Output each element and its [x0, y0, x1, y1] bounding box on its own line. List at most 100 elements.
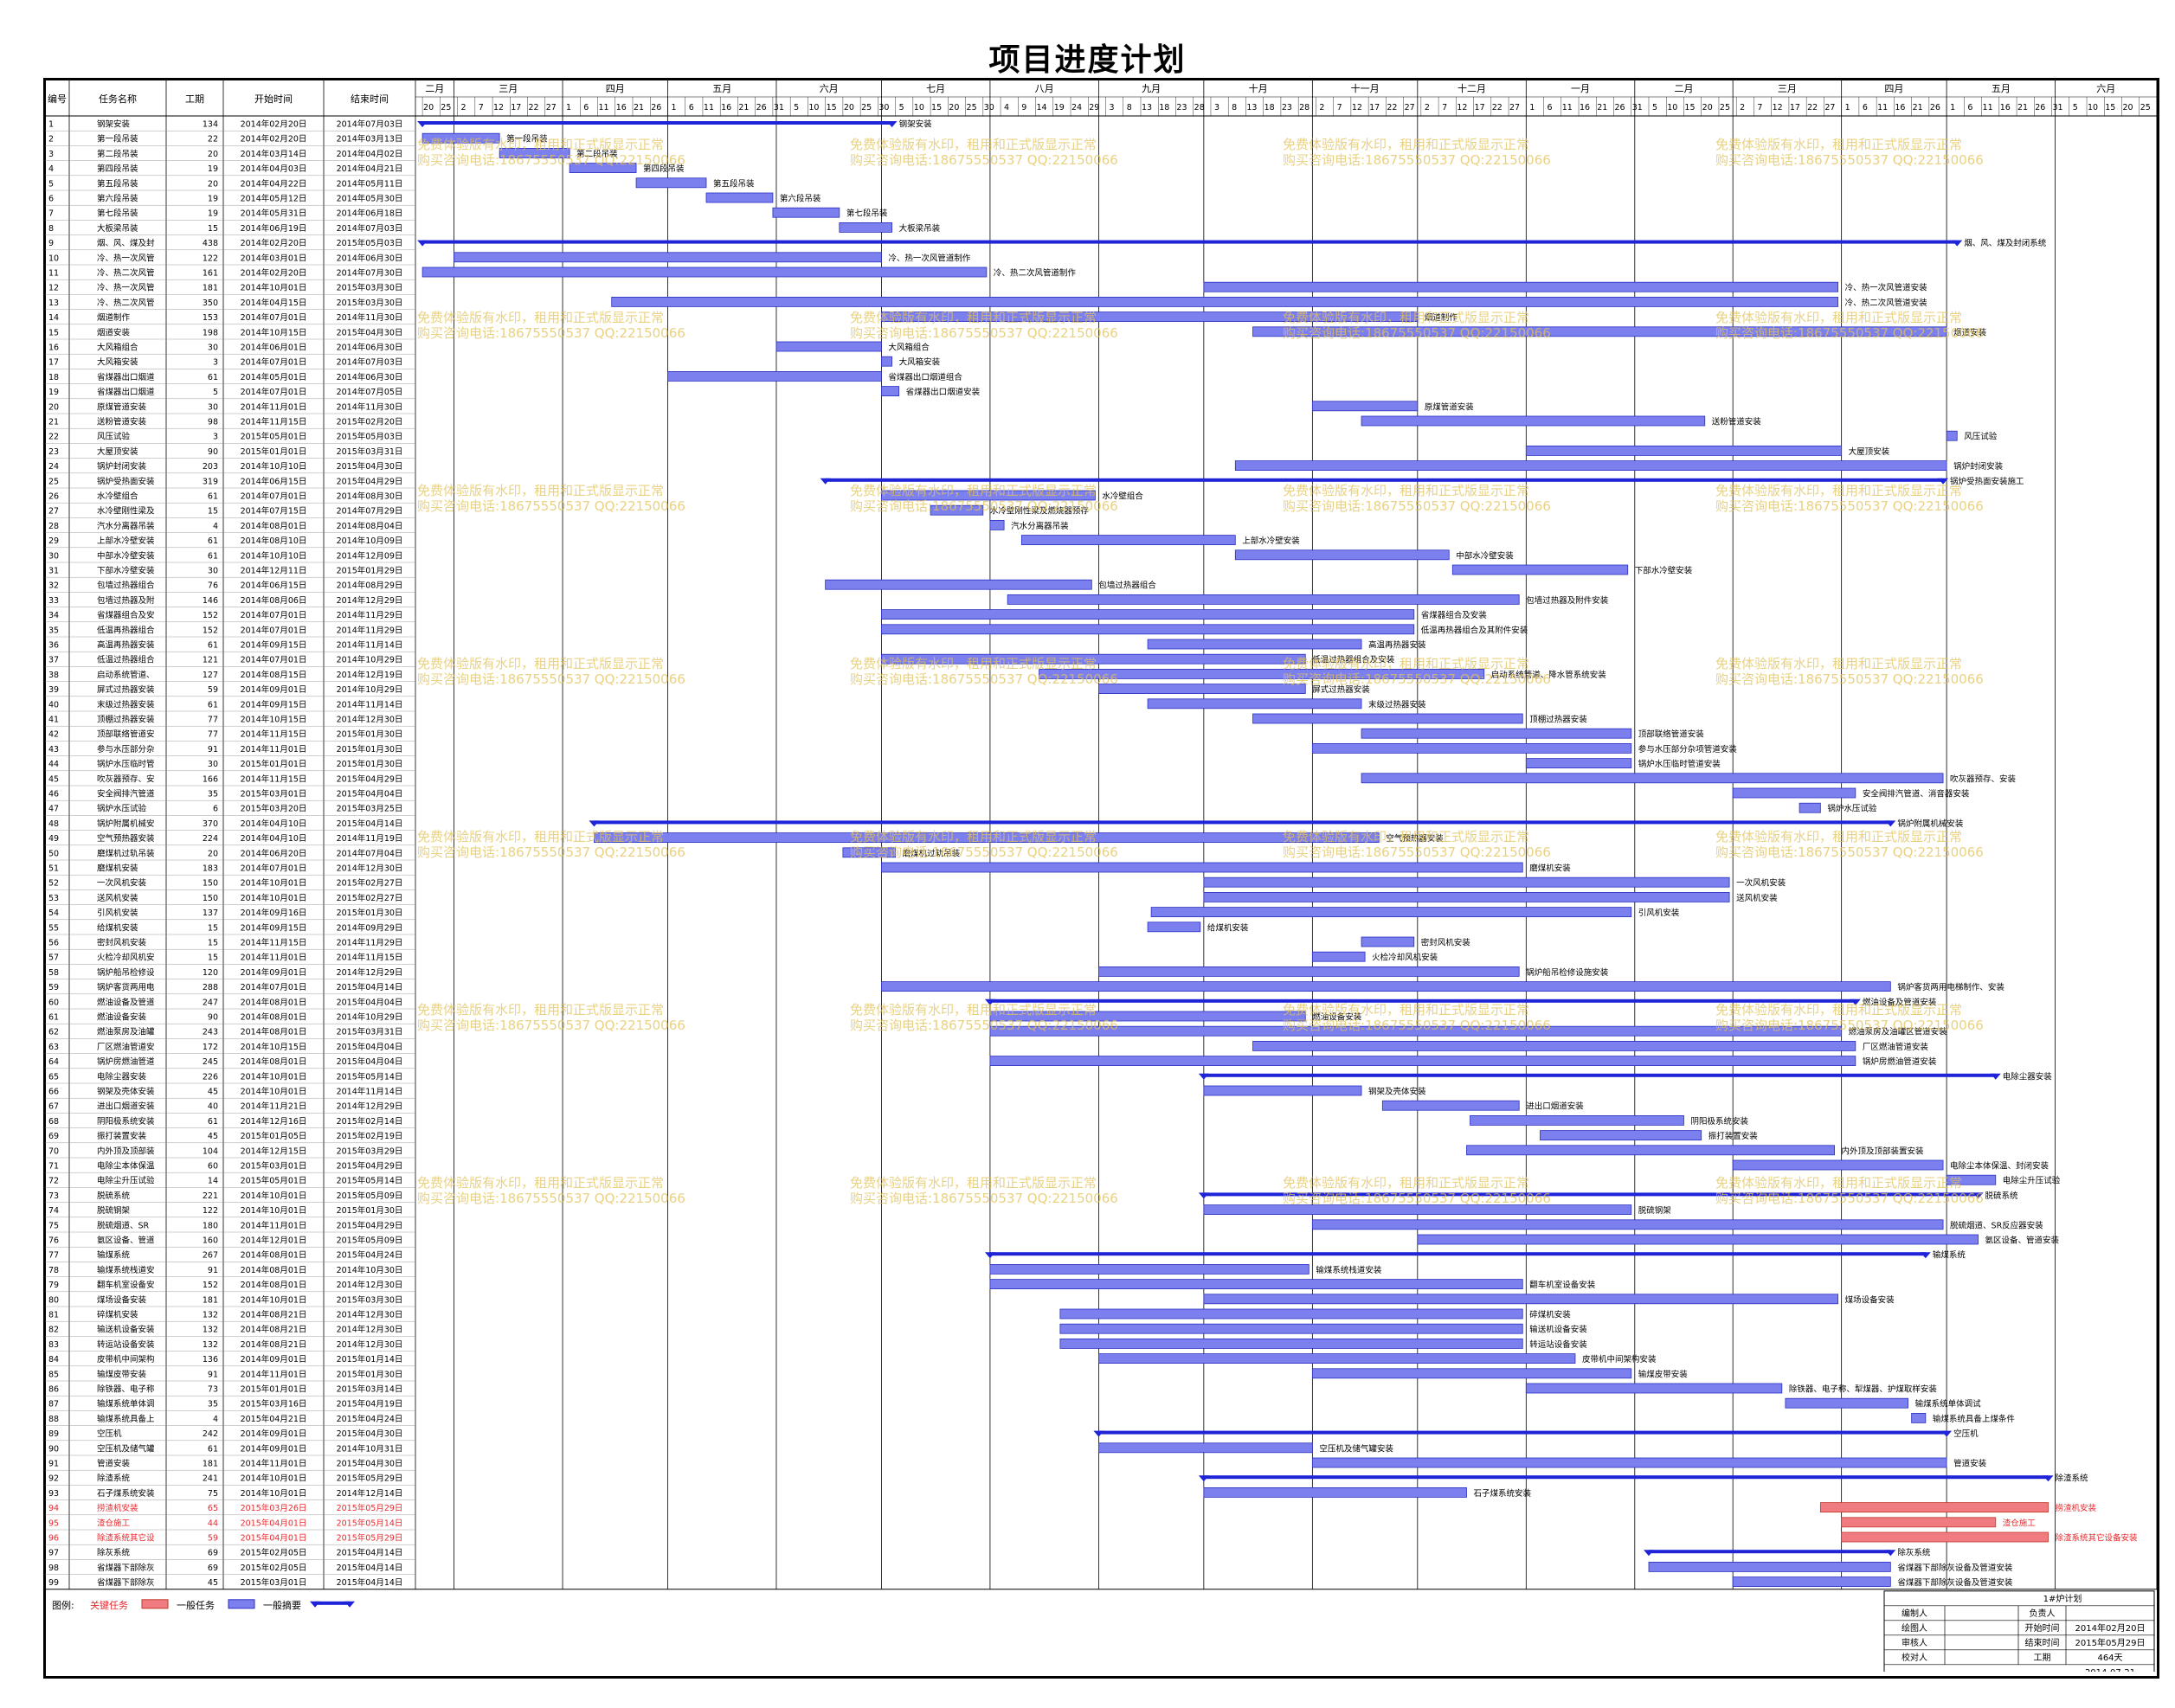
task-name: 进出口烟道安装 [97, 1101, 155, 1112]
task-name: 烟道制作 [97, 312, 131, 323]
task-bar [1417, 1234, 1979, 1245]
task-start: 2014年07月01日 [241, 625, 307, 635]
day-label: 21 [634, 103, 644, 112]
task-bar [881, 862, 1523, 873]
task-end: 2014年12月30日 [337, 1325, 403, 1335]
watermark-line2: 购买咨询电话:18675550537 QQ:22150066 [417, 1191, 685, 1206]
day-label: 27 [1405, 103, 1415, 112]
month-label: 十一月 [1351, 82, 1380, 94]
day-label: 31 [1632, 103, 1643, 112]
task-id: 94 [48, 1504, 59, 1513]
task-start: 2014年08月21日 [241, 1325, 307, 1335]
task-end: 2015年01月29日 [337, 566, 403, 576]
task-bar [1311, 401, 1419, 412]
month-label: 五月 [1992, 83, 2011, 94]
task-name: 除灰系统 [97, 1548, 131, 1558]
task-id: 58 [48, 968, 59, 978]
watermark-line2: 购买咨询电话:18675550537 QQ:22150066 [850, 1191, 1118, 1206]
task-id: 4 [48, 164, 54, 174]
task-start: 2014年08月21日 [241, 1339, 307, 1350]
task-dur: 30 [208, 402, 218, 412]
task-name: 管道安装 [97, 1459, 131, 1469]
task-id: 60 [48, 998, 59, 1007]
month-label: 二月 [425, 83, 444, 94]
day-label: 7 [479, 103, 484, 112]
task-dur: 91 [208, 1370, 218, 1379]
task-dur: 61 [208, 536, 218, 546]
task-end: 2014年12月29日 [337, 595, 403, 606]
task-dur: 172 [203, 1043, 218, 1052]
bar-label: 省煤器下部除灰设备及管道安装 [1897, 1577, 2013, 1588]
task-start: 2015年03月01日 [241, 1577, 307, 1588]
task-dur: 30 [208, 344, 218, 353]
day-label: 26 [2035, 103, 2045, 112]
task-id: 90 [48, 1444, 59, 1454]
task-bar [1525, 1383, 1783, 1394]
task-end: 2014年10月29日 [337, 1012, 403, 1023]
task-end: 2015年04月19日 [337, 1399, 403, 1409]
bar-label: 皮带机中间架构安装 [1582, 1354, 1657, 1364]
month-label: 四月 [1884, 83, 1903, 94]
task-name: 省煤器出口烟道 [97, 387, 155, 397]
task-name: 除渣系统其它设 [97, 1533, 155, 1544]
month-label: 九月 [1142, 83, 1161, 94]
task-id: 83 [48, 1340, 59, 1350]
summary-bar [422, 121, 892, 125]
task-end: 2014年10月30日 [337, 1265, 403, 1275]
day-label: 21 [1597, 103, 1607, 112]
bar-label: 烟、风、煤及封闭系统 [1964, 238, 2047, 248]
page-title: 项目进度计划 [988, 42, 1187, 78]
task-name: 内外顶及顶部装 [97, 1146, 155, 1156]
task-bar [1466, 1145, 1835, 1156]
task-name: 包墙过热器及附 [97, 595, 155, 606]
task-end: 2015年05月03日 [337, 238, 403, 248]
watermark-line1: 免费体验版有水印，租用和正式版显示正常 [1283, 1175, 1529, 1191]
task-start: 2014年07月01日 [241, 982, 307, 992]
task-end: 2014年12月30日 [337, 1310, 403, 1320]
task-bar [1911, 1413, 1927, 1423]
task-end: 2015年04月30日 [337, 461, 403, 472]
task-name: 电除尘升压试验 [97, 1176, 155, 1186]
task-dur: 203 [203, 462, 218, 472]
legend-label: 图例: [52, 1599, 74, 1611]
task-bar [1203, 1085, 1362, 1096]
task-id: 2 [48, 135, 54, 144]
task-end: 2014年08月29日 [337, 581, 403, 591]
task-name: 第二段吊装 [97, 149, 138, 159]
task-end: 2014年12月09日 [337, 550, 403, 561]
task-id: 42 [48, 730, 59, 740]
task-end: 2015年03月29日 [337, 1146, 403, 1156]
task-end: 2015年04月14日 [337, 1563, 403, 1573]
task-end: 2015年04月14日 [337, 982, 403, 992]
task-bar [1732, 1576, 1891, 1587]
bar-label: 锅炉封闭安装 [1953, 461, 2004, 472]
watermark-line1: 免费体验版有水印，租用和正式版显示正常 [1715, 1175, 1962, 1191]
bar-label: 锅炉水压临时管道安装 [1638, 759, 1721, 769]
task-name: 低温再热器组合 [97, 625, 155, 635]
task-end: 2014年08月04日 [337, 521, 403, 531]
task-name: 锅炉房燃油管道 [97, 1056, 155, 1067]
day-label: 10 [2088, 103, 2098, 112]
bar-label: 锅炉房燃油管道安装 [1863, 1056, 1937, 1067]
task-start: 2014年04月15日 [241, 298, 307, 308]
info-box-cell: 464天 [2097, 1653, 2122, 1663]
task-name: 末级过热器安装 [97, 699, 155, 710]
task-name: 汽水分离器吊装 [97, 521, 155, 531]
task-bar [1540, 1130, 1702, 1140]
bar-label: 脱硫烟道、SR反应器安装 [1950, 1220, 2043, 1230]
task-dur: 15 [208, 939, 218, 948]
task-name: 冷、热二次风管 [97, 298, 155, 308]
task-dur: 122 [203, 254, 218, 263]
task-name: 锅炉封闭安装 [97, 461, 147, 472]
task-end: 2015年04月30日 [337, 1429, 403, 1439]
task-end: 2015年01月30日 [337, 908, 403, 918]
task-bar [989, 1056, 1856, 1066]
task-end: 2014年10月09日 [337, 536, 403, 546]
bar-label: 高温再热器安装 [1368, 640, 1426, 651]
task-dur: 438 [203, 239, 218, 248]
bar-label: 吹灰器预存、安装 [1950, 774, 2017, 784]
watermark-line1: 免费体验版有水印，租用和正式版显示正常 [850, 656, 1097, 671]
task-bar [881, 609, 1415, 620]
task-dur: 90 [208, 1013, 218, 1023]
bar-label: 中部水冷壁安装 [1456, 550, 1514, 561]
